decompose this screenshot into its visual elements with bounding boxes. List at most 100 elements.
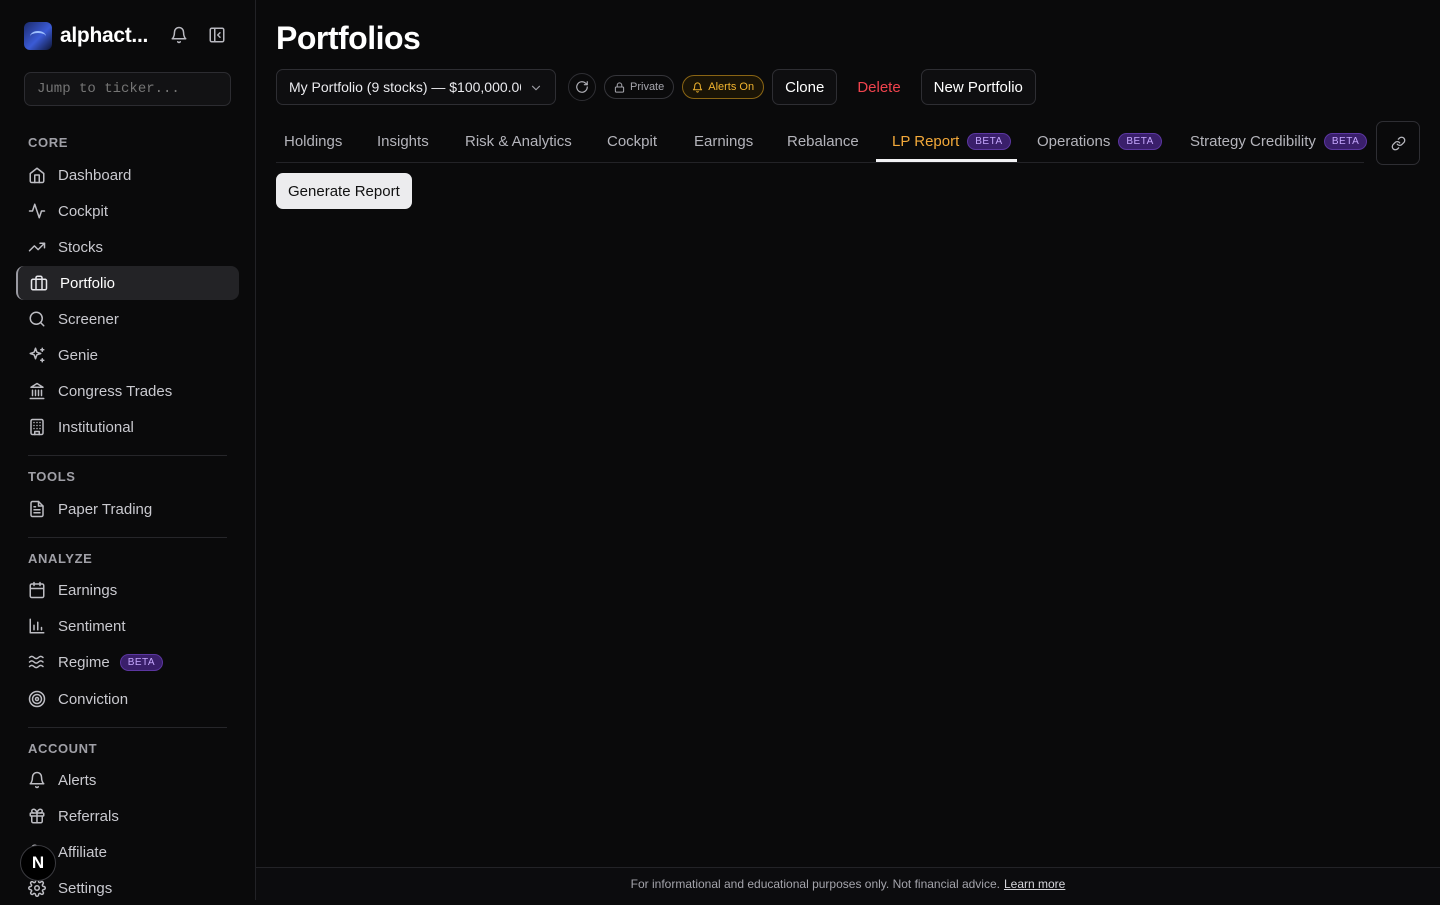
tab-label: Insights: [377, 133, 429, 150]
clone-button[interactable]: Clone: [772, 69, 838, 105]
sidebar-collapse-icon[interactable]: [208, 26, 226, 44]
bell-icon[interactable]: [170, 26, 188, 44]
building-icon: [30, 418, 44, 436]
sidebar-item-paper-trading[interactable]: Paper Trading: [16, 492, 239, 526]
sidebar-item-earnings[interactable]: Earnings: [16, 573, 239, 607]
refresh-icon: [576, 81, 588, 93]
main-content: Portfolios My Portfolio (9 stocks) — $10…: [256, 0, 1440, 900]
brand[interactable]: alphact...: [24, 22, 148, 50]
sidebar-item-label: Screener: [58, 310, 119, 328]
tab-label: Earnings: [694, 133, 754, 150]
sidebar-item-congress-trades[interactable]: Congress Trades: [16, 374, 239, 408]
tab-label: Rebalance: [787, 133, 859, 150]
generate-report-button[interactable]: Generate Report: [276, 173, 412, 209]
sidebar-item-label: Institutional: [58, 418, 134, 436]
sidebar-item-label: Referrals: [58, 807, 119, 825]
portfolio-toolbar: My Portfolio (9 stocks) — $100,000.00 Pr…: [276, 69, 1036, 105]
portfolio-select[interactable]: My Portfolio (9 stocks) — $100,000.00: [276, 69, 556, 105]
sidebar-item-referrals[interactable]: Referrals: [16, 799, 239, 833]
home-icon: [29, 167, 45, 184]
sidebar-divider: [28, 727, 227, 728]
sidebar-divider: [28, 537, 227, 538]
disclaimer-text: For informational and educational purpos…: [630, 877, 1000, 891]
new-portfolio-button[interactable]: New Portfolio: [920, 69, 1036, 105]
tab-lp-report[interactable]: LP Report BETA: [892, 120, 1011, 163]
sidebar-item-label: Portfolio: [60, 274, 116, 292]
sidebar-divider: [28, 455, 227, 456]
beta-badge: BETA: [1118, 133, 1162, 150]
gift-icon: [29, 808, 45, 824]
sidebar-item-label: Alerts: [58, 771, 97, 789]
sidebar-item-stocks[interactable]: Stocks: [16, 230, 239, 264]
sidebar-item-label: Regime: [58, 653, 110, 671]
file-text-icon: [30, 500, 44, 518]
sidebar-item-sentiment[interactable]: Sentiment: [16, 609, 239, 643]
target-icon: [28, 690, 46, 708]
sidebar-item-label: Stocks: [58, 238, 104, 256]
calendar-icon: [29, 581, 45, 599]
share-link-button[interactable]: [1376, 121, 1420, 165]
sidebar-item-label: Genie: [58, 346, 99, 364]
sidebar-item-dashboard[interactable]: Dashboard: [16, 158, 239, 192]
gear-icon: [28, 879, 46, 897]
sidebar-item-label: Dashboard: [58, 166, 132, 184]
tab-rebalance[interactable]: Rebalance: [787, 120, 859, 163]
sidebar-item-label: Affiliate: [58, 843, 107, 861]
sidebar-item-label: Earnings: [58, 581, 118, 599]
sidebar-item-genie[interactable]: Genie: [16, 338, 239, 372]
activity-icon: [28, 203, 46, 219]
portfolio-select-value: My Portfolio (9 stocks) — $100,000.00: [289, 79, 521, 95]
bell-icon: [693, 81, 703, 93]
trending-up-icon: [28, 242, 46, 252]
tab-label: Holdings: [284, 133, 343, 150]
tab-strategy-credibility[interactable]: Strategy Credibility BETA: [1190, 120, 1368, 163]
section-label-account: ACCOUNT: [28, 741, 98, 756]
sidebar-item-institutional[interactable]: Institutional: [16, 410, 239, 444]
tab-label: Strategy Credibility: [1190, 133, 1316, 150]
brand-name: alphact...: [60, 24, 149, 47]
sidebar-item-conviction[interactable]: Conviction: [16, 682, 239, 716]
sidebar-item-alerts[interactable]: Alerts: [16, 763, 239, 797]
tab-label: LP Report: [892, 133, 960, 150]
tab-insights[interactable]: Insights: [377, 120, 429, 163]
tab-label: Cockpit: [607, 133, 658, 150]
section-label-analyze: ANALYZE: [28, 551, 93, 566]
chevron-down-icon: [531, 85, 541, 91]
tab-operations[interactable]: Operations BETA: [1037, 120, 1162, 163]
landmark-icon: [29, 382, 45, 400]
beta-badge: BETA: [1323, 133, 1368, 150]
tab-holdings[interactable]: Holdings: [284, 120, 342, 163]
beta-badge: BETA: [119, 653, 164, 671]
sidebar-item-label: Congress Trades: [58, 382, 173, 400]
tab-label: Risk & Analytics: [465, 133, 572, 150]
user-avatar[interactable]: N: [20, 845, 56, 881]
tab-cockpit[interactable]: Cockpit: [607, 120, 657, 163]
sidebar-item-portfolio[interactable]: Portfolio: [16, 266, 239, 300]
tab-label: Operations: [1037, 133, 1111, 150]
refresh-button[interactable]: [568, 73, 596, 101]
waves-icon: [28, 655, 44, 669]
delete-button[interactable]: Delete: [845, 69, 912, 105]
sparkles-icon: [29, 347, 45, 363]
brand-logo-icon: [24, 22, 52, 50]
sidebar-item-label: Conviction: [58, 690, 129, 708]
disclaimer-footer: For informational and educational purpos…: [256, 867, 1440, 900]
sidebar-item-cockpit[interactable]: Cockpit: [16, 194, 239, 228]
ticker-search-input[interactable]: [24, 72, 231, 106]
sidebar-item-label: Cockpit: [58, 202, 109, 220]
lock-icon: [614, 81, 625, 93]
alerts-toggle[interactable]: Alerts On: [682, 75, 765, 99]
briefcase-icon: [30, 275, 48, 291]
private-toggle[interactable]: Private: [604, 75, 675, 99]
learn-more-link[interactable]: Learn more: [1004, 877, 1065, 891]
bell-icon: [29, 771, 45, 789]
sidebar-item-screener[interactable]: Screener: [16, 302, 239, 336]
tab-risk-analytics[interactable]: Risk & Analytics: [465, 120, 572, 163]
alerts-label: Alerts On: [708, 81, 755, 93]
bar-chart-icon: [29, 618, 45, 634]
private-label: Private: [630, 81, 665, 93]
sidebar: alphact... CORE Dashboard Cockpit Stocks…: [0, 0, 256, 900]
sidebar-item-label: Settings: [58, 879, 113, 897]
tab-earnings[interactable]: Earnings: [694, 120, 753, 163]
sidebar-item-regime[interactable]: Regime BETA: [16, 645, 239, 679]
